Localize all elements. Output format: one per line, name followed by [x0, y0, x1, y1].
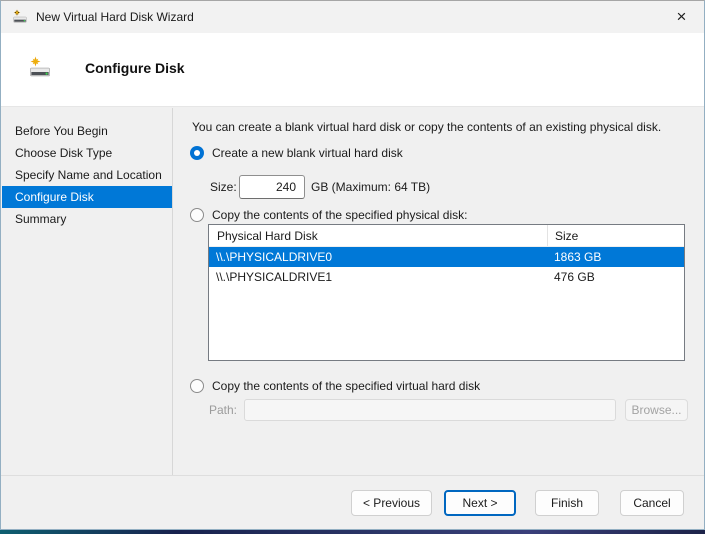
sidebar-item-summary[interactable]: Summary	[2, 208, 172, 230]
sidebar-item-choose-disk-type[interactable]: Choose Disk Type	[2, 142, 172, 164]
virtual-disk-icon	[12, 9, 28, 25]
disk-size: 476 GB	[547, 270, 684, 284]
size-label: Size:	[210, 180, 239, 194]
path-input	[244, 399, 616, 421]
virtual-disk-icon	[28, 56, 52, 80]
radio-unchecked-icon[interactable]	[190, 208, 204, 222]
title-bar: New Virtual Hard Disk Wizard ×	[1, 1, 704, 33]
physical-disk-table: Physical Hard Disk Size \\.\PHYSICALDRIV…	[208, 224, 685, 361]
window-title: New Virtual Hard Disk Wizard	[36, 10, 194, 24]
next-button[interactable]: Next >	[444, 490, 516, 516]
column-header-physical-hard-disk[interactable]: Physical Hard Disk	[209, 225, 547, 246]
sidebar-item-specify-name-and-location[interactable]: Specify Name and Location	[2, 164, 172, 186]
desktop: { "window": { "title": "New Virtual Hard…	[0, 0, 705, 534]
path-label: Path:	[209, 403, 243, 417]
size-row: Size: GB (Maximum: 64 TB)	[210, 175, 430, 199]
disk-name: \\.\PHYSICALDRIVE1	[209, 270, 547, 284]
path-row: Path: Browse...	[209, 399, 688, 421]
table-row-physicaldrive1[interactable]: \\.\PHYSICALDRIVE1 476 GB	[209, 267, 684, 287]
wizard-header: Configure Disk	[1, 33, 704, 107]
option-create-blank-disk[interactable]: Create a new blank virtual hard disk	[190, 146, 403, 160]
option-create-blank-label: Create a new blank virtual hard disk	[212, 146, 403, 160]
column-header-size[interactable]: Size	[547, 225, 684, 246]
page-title: Configure Disk	[85, 60, 185, 76]
wizard-window: New Virtual Hard Disk Wizard × Configure…	[0, 0, 705, 530]
radio-checked-icon[interactable]	[190, 146, 204, 160]
wizard-steps-sidebar: Before You Begin Choose Disk Type Specif…	[2, 108, 173, 475]
sidebar-item-configure-disk[interactable]: Configure Disk	[2, 186, 172, 208]
table-header: Physical Hard Disk Size	[209, 225, 684, 247]
wizard-content: You can create a blank virtual hard disk…	[174, 108, 704, 475]
size-maximum-text: GB (Maximum: 64 TB)	[311, 180, 430, 194]
radio-unchecked-icon[interactable]	[190, 379, 204, 393]
option-copy-virtual-disk[interactable]: Copy the contents of the specified virtu…	[190, 379, 480, 393]
previous-button[interactable]: < Previous	[351, 490, 432, 516]
close-button[interactable]: ×	[659, 2, 704, 33]
sidebar-item-before-you-begin[interactable]: Before You Begin	[2, 120, 172, 142]
disk-size: 1863 GB	[547, 250, 684, 264]
finish-button[interactable]: Finish	[535, 490, 599, 516]
size-input[interactable]	[239, 175, 305, 199]
wizard-footer: < Previous Next > Finish Cancel	[1, 475, 704, 529]
option-copy-physical-disk[interactable]: Copy the contents of the specified physi…	[190, 208, 467, 222]
option-copy-physical-label: Copy the contents of the specified physi…	[212, 208, 467, 222]
cancel-button[interactable]: Cancel	[620, 490, 684, 516]
intro-text: You can create a blank virtual hard disk…	[192, 120, 661, 134]
browse-button: Browse...	[625, 399, 688, 421]
disk-name: \\.\PHYSICALDRIVE0	[209, 250, 547, 264]
table-row-physicaldrive0[interactable]: \\.\PHYSICALDRIVE0 1863 GB	[209, 247, 684, 267]
option-copy-virtual-label: Copy the contents of the specified virtu…	[212, 379, 480, 393]
